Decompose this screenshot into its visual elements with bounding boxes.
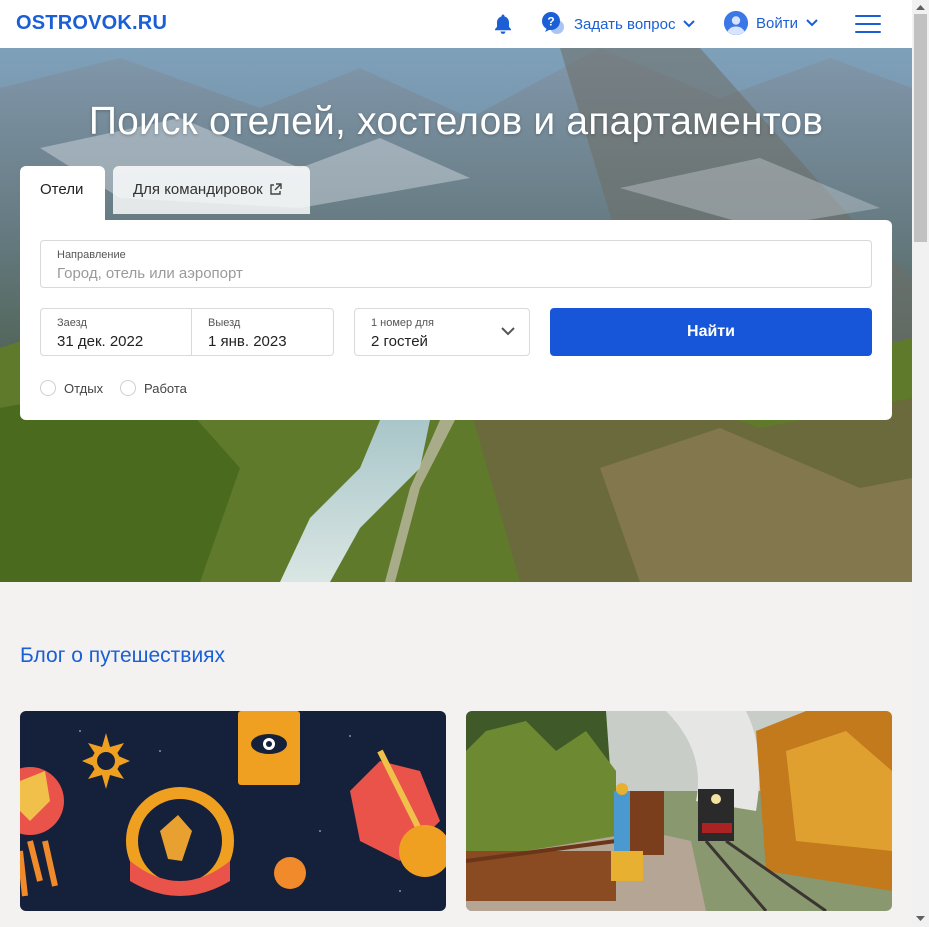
login-label: Войти <box>756 14 798 32</box>
svg-text:?: ? <box>547 15 554 29</box>
ask-question-menu[interactable]: ? Задать вопрос <box>540 11 696 37</box>
chevron-down-icon <box>683 20 696 28</box>
purpose-work-radio[interactable]: Работа <box>120 380 187 396</box>
destination-label: Направление <box>57 249 126 261</box>
purpose-leisure-radio[interactable]: Отдых <box>40 380 103 396</box>
destination-input[interactable]: Город, отель или аэропорт <box>57 265 243 282</box>
ask-question-label: Задать вопрос <box>574 15 676 33</box>
tab-business-label: Для командировок <box>133 181 263 198</box>
blog-card-mystic[interactable] <box>20 711 446 911</box>
login-menu[interactable]: Войти <box>724 11 818 35</box>
checkout-date-field[interactable]: Выезд 1 янв. 2023 <box>191 308 334 356</box>
checkin-date-field[interactable]: Заезд 31 дек. 2022 <box>40 308 192 356</box>
blog-card-train[interactable] <box>466 711 892 911</box>
search-button[interactable]: Найти <box>550 308 872 356</box>
chevron-down-icon <box>501 327 515 336</box>
guests-select[interactable]: 1 номер для 2 гостей <box>354 308 530 356</box>
blog-section-title[interactable]: Блог о путешествиях <box>20 644 225 668</box>
top-header: OSTROVOK.RU ? Задать вопрос Войти <box>0 0 912 48</box>
checkout-value: 1 янв. 2023 <box>208 333 287 350</box>
scroll-down-arrow-icon[interactable] <box>912 911 929 925</box>
checkin-value: 31 дек. 2022 <box>57 333 144 350</box>
user-avatar-icon <box>724 11 748 35</box>
hamburger-menu-icon[interactable] <box>855 14 881 34</box>
tab-business-trips[interactable]: Для командировок <box>113 166 310 214</box>
blog-illustration-image <box>20 711 446 911</box>
blog-train-photo-image <box>466 711 892 911</box>
search-form: Направление Город, отель или аэропорт За… <box>20 220 892 420</box>
guests-value: 2 гостей <box>371 333 428 350</box>
guests-label: 1 номер для <box>371 317 435 329</box>
scrollbar-thumb[interactable] <box>914 14 927 242</box>
chat-question-icon: ? <box>542 12 564 34</box>
chevron-down-icon <box>806 19 818 27</box>
checkin-label: Заезд <box>57 317 87 329</box>
destination-field[interactable]: Направление Город, отель или аэропорт <box>40 240 872 288</box>
radio-circle[interactable] <box>40 380 56 396</box>
external-link-icon <box>270 183 282 195</box>
purpose-work-label: Работа <box>144 380 187 396</box>
purpose-leisure-label: Отдых <box>64 380 104 396</box>
hero-title: Поиск отелей, хостелов и апартаментов <box>88 100 824 143</box>
tab-hotels-label: Отели <box>40 181 84 198</box>
logo[interactable]: OSTROVOK.RU <box>16 12 167 35</box>
hero-section: Поиск отелей, хостелов и апартаментов От… <box>0 48 912 582</box>
bell-icon[interactable] <box>493 13 513 35</box>
checkout-label: Выезд <box>208 317 241 329</box>
scroll-up-arrow-icon[interactable] <box>912 0 929 14</box>
tab-hotels[interactable]: Отели <box>20 166 105 220</box>
radio-circle[interactable] <box>120 380 136 396</box>
